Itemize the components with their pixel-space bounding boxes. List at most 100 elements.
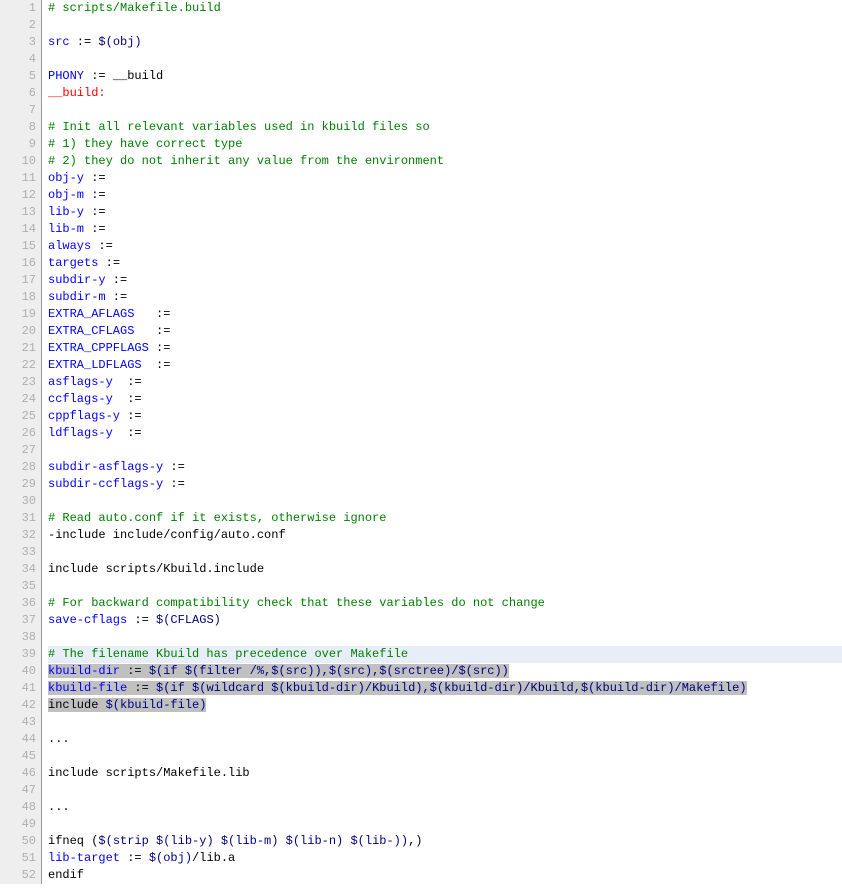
code-token: include scripts/Kbuild.include [48, 562, 264, 576]
code-token: := [142, 358, 171, 372]
code-line[interactable]: lib-m := [48, 221, 842, 238]
line-number: 41 [0, 680, 36, 697]
code-line[interactable]: subdir-y := [48, 272, 842, 289]
code-line[interactable]: lib-target := $(obj)/lib.a [48, 850, 842, 867]
code-line[interactable]: include scripts/Kbuild.include [48, 561, 842, 578]
code-line[interactable]: always := [48, 238, 842, 255]
line-number: 8 [0, 119, 36, 136]
line-number: 31 [0, 510, 36, 527]
code-token: := [163, 477, 185, 491]
line-number: 13 [0, 204, 36, 221]
line-number: 7 [0, 102, 36, 119]
code-token: := [120, 664, 149, 678]
code-line[interactable]: ldflags-y := [48, 425, 842, 442]
code-token: -include include/config/auto.conf [48, 528, 286, 542]
line-number: 33 [0, 544, 36, 561]
code-token: := [120, 851, 149, 865]
code-line[interactable]: include $(kbuild-file) [48, 697, 842, 714]
code-line[interactable]: # 2) they do not inherit any value from … [48, 153, 842, 170]
code-line[interactable]: lib-y := [48, 204, 842, 221]
code-line[interactable]: EXTRA_CPPFLAGS := [48, 340, 842, 357]
code-token: := [113, 426, 142, 440]
code-line[interactable]: obj-y := [48, 170, 842, 187]
line-number: 17 [0, 272, 36, 289]
code-token: cppflags-y [48, 409, 120, 423]
code-line[interactable]: EXTRA_CFLAGS := [48, 323, 842, 340]
code-line[interactable]: # 1) they have correct type [48, 136, 842, 153]
code-token: # For backward compatibility check that … [48, 596, 545, 610]
line-number: 46 [0, 765, 36, 782]
line-number: 30 [0, 493, 36, 510]
line-number: 20 [0, 323, 36, 340]
code-token: ... [48, 732, 70, 746]
code-line[interactable] [48, 51, 842, 68]
line-number: 9 [0, 136, 36, 153]
code-line[interactable]: asflags-y := [48, 374, 842, 391]
code-token: := [106, 273, 128, 287]
code-token: := [134, 324, 170, 338]
code-line[interactable]: # Read auto.conf if it exists, otherwise… [48, 510, 842, 527]
code-line[interactable]: __build: [48, 85, 842, 102]
code-token: := [134, 307, 170, 321]
code-line[interactable]: # For backward compatibility check that … [48, 595, 842, 612]
code-token: EXTRA_CPPFLAGS [48, 341, 149, 355]
code-line[interactable] [48, 629, 842, 646]
line-number: 38 [0, 629, 36, 646]
code-token: kbuild-dir [48, 664, 120, 678]
code-line[interactable]: src := $(obj) [48, 34, 842, 51]
code-line[interactable] [48, 714, 842, 731]
code-line[interactable]: kbuild-file := $(if $(wildcard $(kbuild-… [48, 680, 842, 697]
code-line[interactable]: ccflags-y := [48, 391, 842, 408]
code-line[interactable]: endif [48, 867, 842, 884]
line-number: 29 [0, 476, 36, 493]
code-token: := [98, 256, 120, 270]
line-number: 3 [0, 34, 36, 51]
code-token: $(CFLAGS) [156, 613, 221, 627]
line-number: 6 [0, 85, 36, 102]
code-line[interactable]: # scripts/Makefile.build [48, 0, 842, 17]
code-line[interactable] [48, 578, 842, 595]
code-line[interactable] [48, 544, 842, 561]
code-line[interactable]: subdir-m := [48, 289, 842, 306]
code-line[interactable] [48, 748, 842, 765]
code-token: := [84, 188, 106, 202]
code-line[interactable] [48, 493, 842, 510]
code-line[interactable]: subdir-asflags-y := [48, 459, 842, 476]
line-number: 23 [0, 374, 36, 391]
code-line[interactable]: # The filename Kbuild has precedence ove… [48, 646, 842, 663]
code-line[interactable]: EXTRA_LDFLAGS := [48, 357, 842, 374]
line-number: 35 [0, 578, 36, 595]
code-line[interactable]: subdir-ccflags-y := [48, 476, 842, 493]
code-token: lib-m [48, 222, 84, 236]
code-editor[interactable]: # scripts/Makefile.build src := $(obj) PHO… [42, 0, 842, 884]
line-number: 50 [0, 833, 36, 850]
code-line[interactable]: kbuild-dir := $(if $(filter /%,$(src)),$… [48, 663, 842, 680]
code-line[interactable]: # Init all relevant variables used in kb… [48, 119, 842, 136]
code-token: asflags-y [48, 375, 113, 389]
code-line[interactable] [48, 102, 842, 119]
code-line[interactable]: cppflags-y := [48, 408, 842, 425]
code-line[interactable]: EXTRA_AFLAGS := [48, 306, 842, 323]
line-number: 39 [0, 646, 36, 663]
code-line[interactable] [48, 782, 842, 799]
code-token: $(obj) [149, 851, 192, 865]
code-line[interactable]: targets := [48, 255, 842, 272]
code-token: $(obj) [98, 35, 141, 49]
line-number: 27 [0, 442, 36, 459]
code-line[interactable]: obj-m := [48, 187, 842, 204]
code-line[interactable]: PHONY := __build [48, 68, 842, 85]
code-line[interactable]: ... [48, 731, 842, 748]
code-line[interactable]: ifneq ($(strip $(lib-y) $(lib-m) $(lib-n… [48, 833, 842, 850]
line-number: 16 [0, 255, 36, 272]
code-token: ... [48, 800, 70, 814]
code-token: # Read auto.conf if it exists, otherwise… [48, 511, 386, 525]
code-line[interactable]: save-cflags := $(CFLAGS) [48, 612, 842, 629]
code-line[interactable] [48, 442, 842, 459]
code-line[interactable] [48, 17, 842, 34]
code-token: __build: [48, 86, 106, 100]
code-line[interactable]: include scripts/Makefile.lib [48, 765, 842, 782]
code-line[interactable] [48, 816, 842, 833]
code-line[interactable]: ... [48, 799, 842, 816]
code-token: subdir-asflags-y [48, 460, 163, 474]
code-line[interactable]: -include include/config/auto.conf [48, 527, 842, 544]
